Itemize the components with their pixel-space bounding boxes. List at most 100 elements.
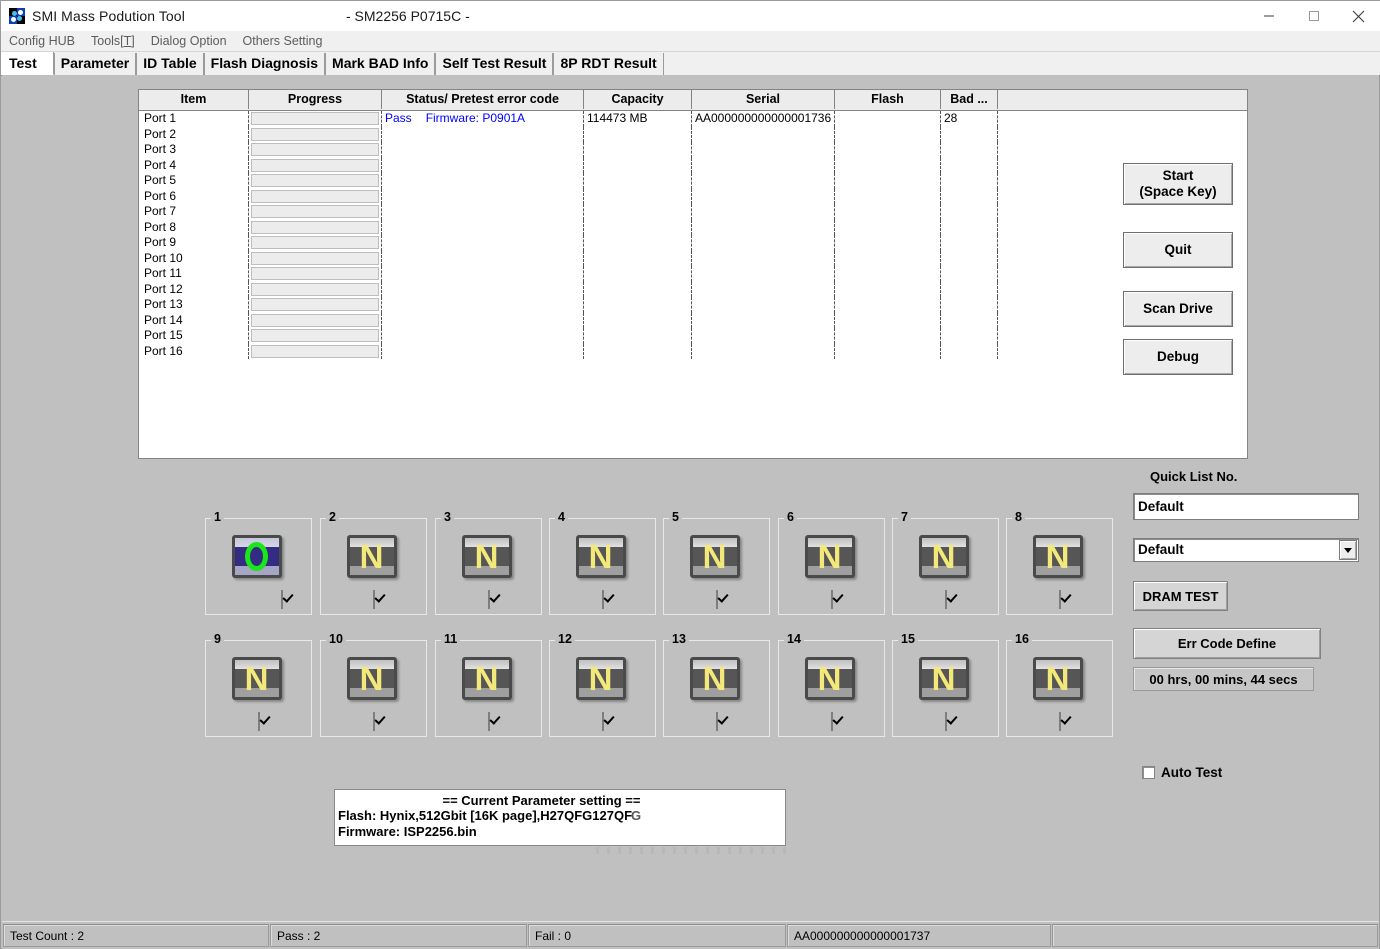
auto-test-checkbox-row[interactable]: Auto Test <box>1142 765 1222 780</box>
port-status-grid[interactable]: Item Progress Status/ Pretest error code… <box>138 89 1248 459</box>
port-enable-checkbox[interactable] <box>602 590 604 609</box>
port-enable-checkbox-wrap[interactable] <box>831 713 833 731</box>
table-row[interactable]: Port 7 <box>139 204 1247 220</box>
menu-item-others-setting[interactable]: Others Setting <box>235 34 331 48</box>
port-enable-checkbox[interactable] <box>1059 590 1061 609</box>
port-enable-checkbox-wrap[interactable] <box>945 591 947 609</box>
port-tile[interactable]: 2N <box>320 518 427 615</box>
start-button[interactable]: Start (Space Key) <box>1123 163 1233 205</box>
chevron-down-icon[interactable] <box>1339 540 1357 560</box>
table-row[interactable]: Port 15 <box>139 328 1247 344</box>
port-enable-checkbox[interactable] <box>831 590 833 609</box>
port-enable-checkbox[interactable] <box>716 712 718 731</box>
debug-button[interactable]: Debug <box>1123 339 1233 375</box>
tab-id-table[interactable]: ID Table <box>136 53 203 75</box>
port-tile[interactable]: 13N <box>663 640 770 737</box>
port-enable-checkbox-wrap[interactable] <box>602 713 604 731</box>
menu-item-tools[interactable]: Tools[T] <box>83 34 143 48</box>
table-row[interactable]: Port 14 <box>139 313 1247 329</box>
port-enable-checkbox[interactable] <box>281 590 283 609</box>
port-enable-checkbox[interactable] <box>258 712 260 731</box>
port-enable-checkbox-wrap[interactable] <box>716 713 718 731</box>
port-tile[interactable]: 4N <box>549 518 656 615</box>
table-row[interactable]: Port 9 <box>139 235 1247 251</box>
port-tile[interactable]: 1 <box>205 518 312 615</box>
port-tile[interactable]: 12N <box>549 640 656 737</box>
table-row[interactable]: Port 16 <box>139 344 1247 360</box>
grid-header-status[interactable]: Status/ Pretest error code <box>382 90 584 109</box>
auto-test-checkbox[interactable] <box>1142 766 1155 779</box>
port-enable-checkbox-wrap[interactable] <box>281 591 283 609</box>
maximize-icon[interactable] <box>1291 1 1336 31</box>
port-tile[interactable]: 8N <box>1006 518 1113 615</box>
port-tile[interactable]: 11N <box>435 640 542 737</box>
port-enable-checkbox[interactable] <box>831 712 833 731</box>
table-row[interactable]: Port 12 <box>139 282 1247 298</box>
port-enable-checkbox[interactable] <box>373 712 375 731</box>
port-enable-checkbox-wrap[interactable] <box>488 713 490 731</box>
tab-self-test-result[interactable]: Self Test Result <box>435 53 553 75</box>
table-row[interactable]: Port 6 <box>139 189 1247 205</box>
quick-list-text-input[interactable]: Default <box>1133 493 1359 520</box>
dram-test-button[interactable]: DRAM TEST <box>1133 581 1228 611</box>
port-enable-checkbox-wrap[interactable] <box>488 591 490 609</box>
minimize-icon[interactable] <box>1246 1 1291 31</box>
tab-test[interactable]: Test <box>1 52 54 75</box>
table-row[interactable]: Port 11 <box>139 266 1247 282</box>
menu-item-config-hub[interactable]: Config HUB <box>1 34 83 48</box>
menu-item-dialog-option[interactable]: Dialog Option <box>143 34 235 48</box>
table-row[interactable]: Port 3 <box>139 142 1247 158</box>
port-enable-checkbox-wrap[interactable] <box>716 591 718 609</box>
port-tile[interactable]: 5N <box>663 518 770 615</box>
port-enable-checkbox-wrap[interactable] <box>945 713 947 731</box>
grid-header-progress[interactable]: Progress <box>249 90 382 109</box>
port-enable-checkbox-wrap[interactable] <box>1059 591 1061 609</box>
port-tile[interactable]: 7N <box>892 518 999 615</box>
port-tile[interactable]: 15N <box>892 640 999 737</box>
port-enable-checkbox[interactable] <box>945 712 947 731</box>
tab-8p-rdt-result[interactable]: 8P RDT Result <box>553 53 663 75</box>
grid-header-flash[interactable]: Flash <box>835 90 941 109</box>
port-tile[interactable]: 9N <box>205 640 312 737</box>
quit-button[interactable]: Quit <box>1123 232 1233 268</box>
port-tile[interactable]: 10N <box>320 640 427 737</box>
grid-header-item[interactable]: Item <box>139 90 249 109</box>
port-enable-checkbox-wrap[interactable] <box>1059 713 1061 731</box>
port-enable-checkbox[interactable] <box>488 590 490 609</box>
port-enable-checkbox-wrap[interactable] <box>258 713 260 731</box>
tab-parameter[interactable]: Parameter <box>54 53 137 75</box>
port-enable-checkbox[interactable] <box>945 590 947 609</box>
port-tile[interactable]: 16N <box>1006 640 1113 737</box>
port-enable-checkbox[interactable] <box>488 712 490 731</box>
table-row[interactable]: Port 5 <box>139 173 1247 189</box>
cell-bad <box>941 127 998 143</box>
grid-header-capacity[interactable]: Capacity <box>584 90 692 109</box>
port-enable-checkbox-wrap[interactable] <box>373 591 375 609</box>
grid-header-bad[interactable]: Bad ... <box>941 90 998 109</box>
port-enable-checkbox[interactable] <box>716 590 718 609</box>
port-enable-checkbox[interactable] <box>1059 712 1061 731</box>
table-row[interactable]: Port 10 <box>139 251 1247 267</box>
grid-header-blank[interactable] <box>998 90 1247 109</box>
progress-bar <box>251 159 379 172</box>
table-row[interactable]: Port 4 <box>139 158 1247 174</box>
table-row[interactable]: Port 8 <box>139 220 1247 236</box>
port-tile[interactable]: 3N <box>435 518 542 615</box>
port-tile[interactable]: 14N <box>778 640 885 737</box>
port-enable-checkbox[interactable] <box>373 590 375 609</box>
grid-header-serial[interactable]: Serial <box>692 90 835 109</box>
tab-flash-diagnosis[interactable]: Flash Diagnosis <box>204 53 325 75</box>
table-row[interactable]: Port 13 <box>139 297 1247 313</box>
port-enable-checkbox[interactable] <box>602 712 604 731</box>
scan-drive-button[interactable]: Scan Drive <box>1123 291 1233 327</box>
port-enable-checkbox-wrap[interactable] <box>831 591 833 609</box>
port-tile[interactable]: 6N <box>778 518 885 615</box>
table-row[interactable]: Port 2 <box>139 127 1247 143</box>
err-code-define-button[interactable]: Err Code Define <box>1133 628 1321 659</box>
port-enable-checkbox-wrap[interactable] <box>373 713 375 731</box>
port-enable-checkbox-wrap[interactable] <box>602 591 604 609</box>
close-icon[interactable] <box>1336 1 1380 31</box>
quick-list-combobox[interactable]: Default <box>1133 538 1359 562</box>
table-row[interactable]: Port 1PassFirmware: P0901A114473 MBAA000… <box>139 111 1247 127</box>
tab-mark-bad-info[interactable]: Mark BAD Info <box>325 53 435 75</box>
